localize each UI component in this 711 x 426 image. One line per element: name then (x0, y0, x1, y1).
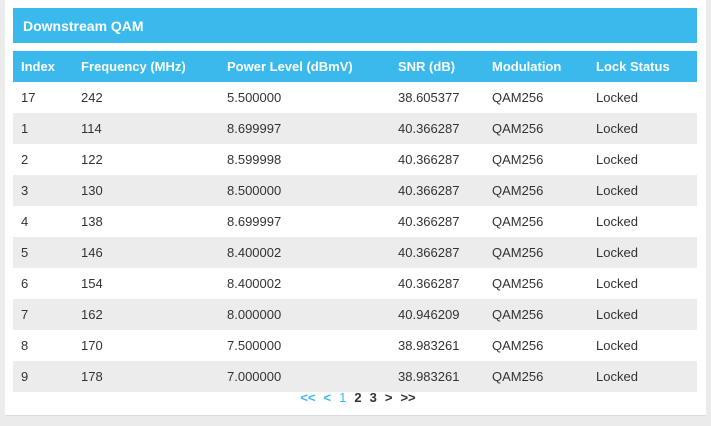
column-header-index: Index (21, 59, 55, 74)
table-row: 7 162 8.000000 40.946209 QAM256 Locked (13, 299, 697, 330)
cell-snr: 38.605377 (398, 90, 460, 105)
last-page-link[interactable]: >> (400, 390, 415, 408)
cell-frequency: 154 (81, 276, 103, 291)
column-header-power-level: Power Level (dBmV) (227, 59, 353, 74)
cell-index: 9 (21, 369, 29, 384)
cell-lock-status: Locked (596, 369, 638, 384)
cell-frequency: 114 (81, 121, 102, 136)
table-row: 8 170 7.500000 38.983261 QAM256 Locked (13, 330, 697, 361)
cell-index: 1 (21, 121, 29, 136)
cell-modulation: QAM256 (492, 369, 544, 384)
cell-snr: 40.366287 (398, 276, 460, 291)
cell-frequency: 242 (81, 90, 103, 105)
cell-index: 4 (21, 214, 29, 229)
cell-snr: 38.983261 (398, 369, 460, 384)
cell-modulation: QAM256 (492, 152, 544, 167)
next-page-link[interactable]: > (385, 390, 393, 408)
cell-index: 3 (21, 183, 29, 198)
cell-lock-status: Locked (596, 121, 638, 136)
cell-lock-status: Locked (596, 90, 638, 105)
cell-lock-status: Locked (596, 183, 638, 198)
cell-modulation: QAM256 (492, 121, 544, 136)
cell-index: 8 (21, 338, 29, 353)
downstream-qam-table: Index Frequency (MHz) Power Level (dBmV)… (13, 51, 697, 392)
column-header-frequency: Frequency (MHz) (81, 59, 186, 74)
cell-snr: 38.983261 (398, 338, 460, 353)
table-row: 3 130 8.500000 40.366287 QAM256 Locked (13, 175, 697, 206)
table-row: 9 178 7.000000 38.983261 QAM256 Locked (13, 361, 697, 392)
cell-lock-status: Locked (596, 338, 638, 353)
cell-index: 7 (21, 307, 29, 322)
column-header-modulation: Modulation (492, 59, 562, 74)
cell-modulation: QAM256 (492, 338, 544, 353)
cell-power-level: 8.000000 (227, 307, 282, 322)
previous-page-link[interactable]: < (324, 390, 332, 408)
cell-modulation: QAM256 (492, 214, 544, 229)
cell-snr: 40.366287 (398, 183, 460, 198)
cell-modulation: QAM256 (492, 90, 544, 105)
cell-frequency: 122 (81, 152, 103, 167)
cell-lock-status: Locked (596, 276, 638, 291)
cell-frequency: 178 (81, 369, 103, 384)
cell-power-level: 8.500000 (227, 183, 282, 198)
cell-index: 2 (21, 152, 29, 167)
page-link-1[interactable]: 1 (339, 390, 346, 408)
cell-power-level: 8.699997 (227, 214, 282, 229)
table-row: 1 114 8.699997 40.366287 QAM256 Locked (13, 113, 697, 144)
cell-modulation: QAM256 (492, 183, 544, 198)
cell-power-level: 7.000000 (227, 369, 282, 384)
pagination: << < 1 2 3 > >> (0, 390, 711, 408)
cell-power-level: 8.599998 (227, 152, 282, 167)
cell-power-level: 7.500000 (227, 338, 282, 353)
cell-frequency: 170 (81, 338, 103, 353)
cell-frequency: 162 (81, 307, 103, 322)
cell-power-level: 8.400002 (227, 276, 282, 291)
column-header-snr: SNR (dB) (398, 59, 456, 74)
cell-snr: 40.366287 (398, 214, 460, 229)
cell-index: 5 (21, 245, 29, 260)
page-link-2[interactable]: 2 (354, 390, 361, 408)
table-header-row: Index Frequency (MHz) Power Level (dBmV)… (13, 51, 697, 82)
table-row: 5 146 8.400002 40.366287 QAM256 Locked (13, 237, 697, 268)
cell-lock-status: Locked (596, 245, 638, 260)
cell-snr: 40.366287 (398, 121, 460, 136)
table-row: 4 138 8.699997 40.366287 QAM256 Locked (13, 206, 697, 237)
cell-modulation: QAM256 (492, 276, 544, 291)
cell-modulation: QAM256 (492, 307, 544, 322)
cell-index: 17 (21, 90, 36, 105)
page-link-3[interactable]: 3 (370, 390, 377, 408)
panel-title: Downstream QAM (13, 8, 697, 43)
column-header-lock-status: Lock Status (596, 59, 670, 74)
cell-index: 6 (21, 276, 29, 291)
cell-lock-status: Locked (596, 214, 638, 229)
cell-power-level: 8.699997 (227, 121, 282, 136)
table-row: 17 242 5.500000 38.605377 QAM256 Locked (13, 82, 697, 113)
divider (5, 415, 706, 416)
cell-power-level: 5.500000 (227, 90, 282, 105)
cell-lock-status: Locked (596, 307, 638, 322)
cell-frequency: 146 (81, 245, 103, 260)
first-page-link[interactable]: << (300, 390, 315, 408)
cell-snr: 40.366287 (398, 245, 460, 260)
cell-snr: 40.946209 (398, 307, 460, 322)
cell-frequency: 130 (81, 183, 103, 198)
cell-power-level: 8.400002 (227, 245, 282, 260)
table-row: 2 122 8.599998 40.366287 QAM256 Locked (13, 144, 697, 175)
cell-modulation: QAM256 (492, 245, 544, 260)
cell-snr: 40.366287 (398, 152, 460, 167)
cell-lock-status: Locked (596, 152, 638, 167)
cell-frequency: 138 (81, 214, 103, 229)
table-row: 6 154 8.400002 40.366287 QAM256 Locked (13, 268, 697, 299)
